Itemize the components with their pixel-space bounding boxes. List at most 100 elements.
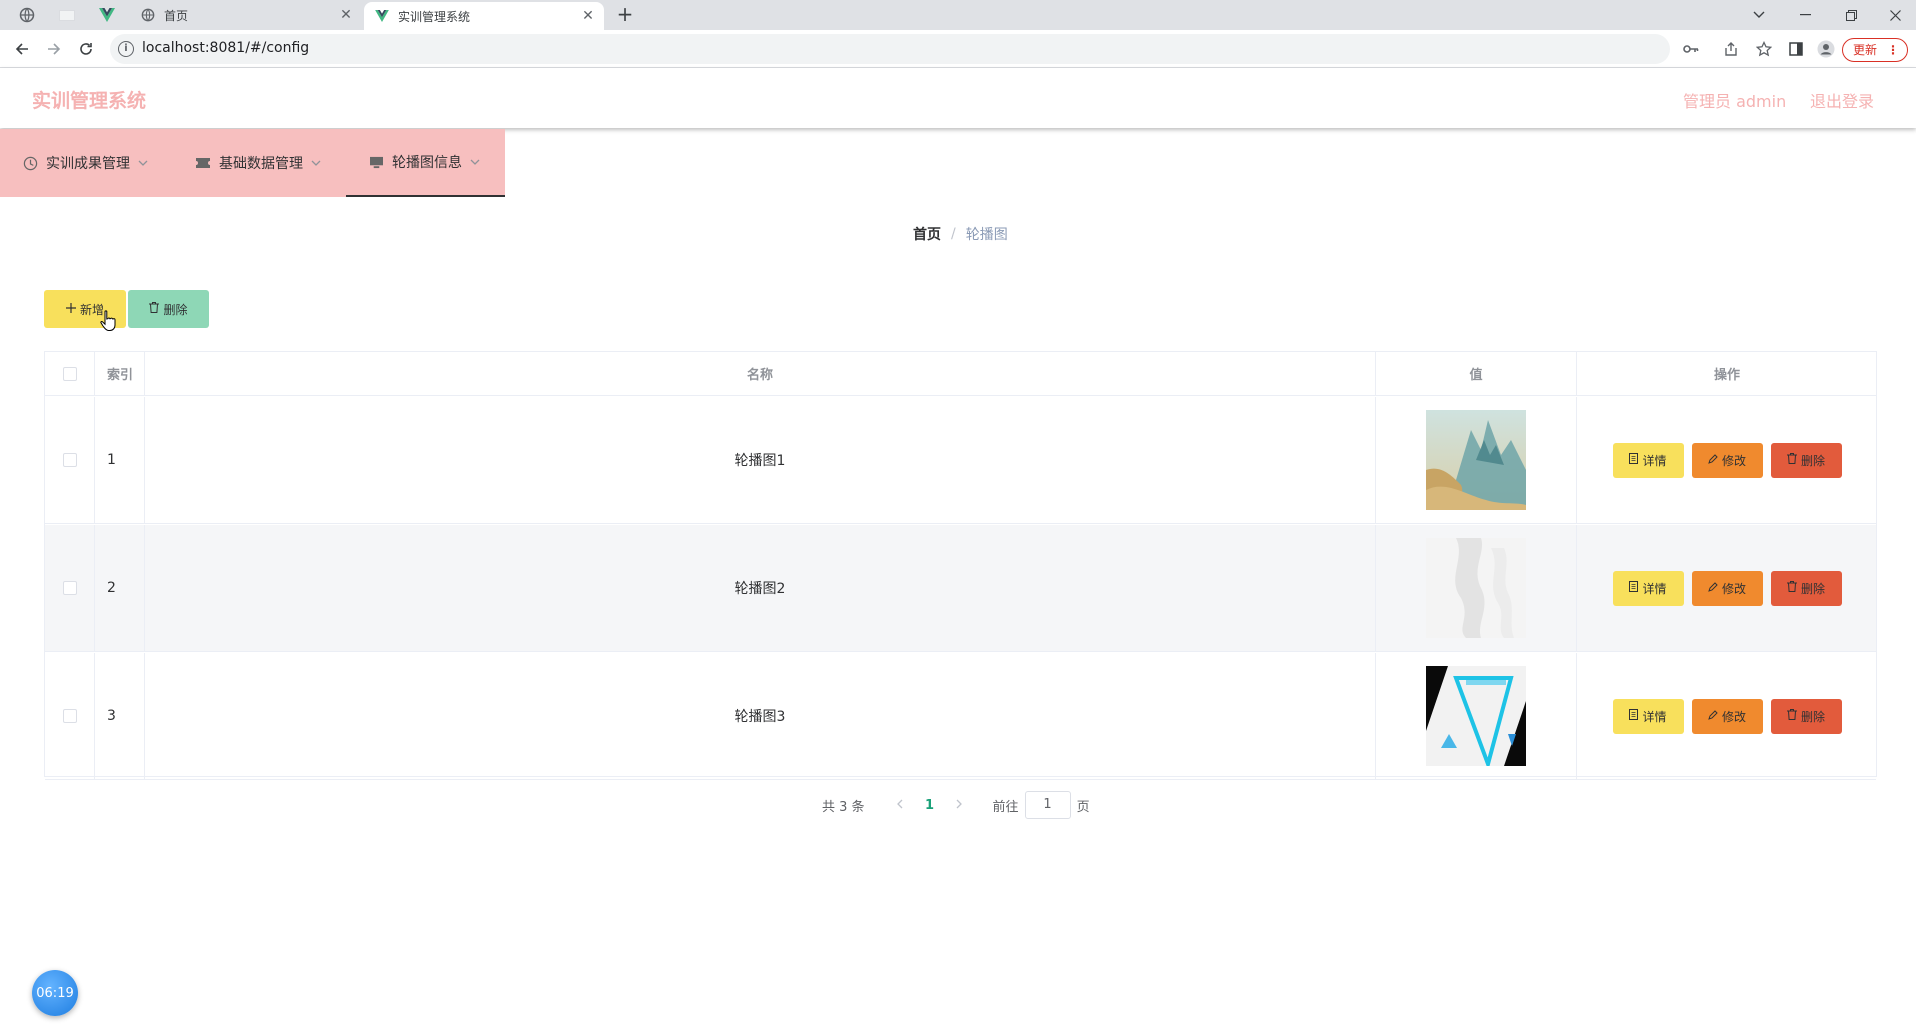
tab-search-chevron-icon[interactable] — [1736, 0, 1782, 30]
bookmark-star-icon[interactable] — [1755, 40, 1773, 58]
pencil-icon — [1708, 581, 1718, 595]
close-window-icon[interactable] — [1874, 0, 1916, 30]
logout-link[interactable]: 退出登录 — [1810, 88, 1874, 112]
app-header: 实训管理系统 管理员 admin 退出登录 — [0, 68, 1916, 128]
detail-label: 详情 — [1642, 453, 1667, 468]
table-header: 索引 名称 值 操作 — [45, 352, 1876, 396]
carousel-thumbnail[interactable] — [1426, 538, 1526, 638]
edit-label: 修改 — [1721, 709, 1746, 724]
menu-item-carousel[interactable]: 轮播图信息 — [346, 129, 505, 197]
ticket-icon — [195, 155, 211, 171]
site-info-icon[interactable]: i — [118, 41, 134, 57]
share-icon[interactable] — [1722, 40, 1740, 58]
close-tab-icon[interactable]: ✕ — [336, 7, 356, 23]
menu-item-label: 基础数据管理 — [219, 156, 303, 172]
tab-training-system[interactable]: 实训管理系统 ✕ — [364, 2, 604, 30]
key-icon[interactable] — [1682, 40, 1700, 58]
row-name: 轮播图1 — [145, 397, 1376, 523]
pencil-icon — [1708, 709, 1718, 723]
address-bar-row: i localhost:8081/#/config 更新 ⋮ — [0, 30, 1916, 68]
delete-button[interactable]: 删除 — [1770, 570, 1842, 606]
browser-update-button[interactable]: 更新 ⋮ — [1842, 38, 1908, 62]
forward-icon[interactable] — [42, 37, 66, 61]
pinned-tab-blank[interactable] — [52, 4, 82, 26]
chevron-down-icon — [470, 157, 480, 168]
vue-logo-icon — [375, 10, 389, 22]
tab-home[interactable]: 首页 ✕ — [130, 0, 362, 30]
menu-item-label: 实训成果管理 — [46, 156, 130, 172]
menu-item-base-data[interactable]: 基础数据管理 — [195, 129, 321, 197]
profile-avatar-icon[interactable] — [1817, 40, 1835, 58]
trash-icon — [149, 302, 160, 316]
edit-label: 修改 — [1721, 453, 1746, 468]
table-row: 1 轮播图1 详情 修改 删除 — [45, 397, 1876, 524]
row-actions: 详情 修改 删除 — [1577, 397, 1877, 523]
select-all-cell — [45, 352, 95, 395]
close-tab-icon[interactable]: ✕ — [578, 8, 598, 24]
column-header-value: 值 — [1376, 352, 1577, 395]
column-header-name: 名称 — [145, 352, 1376, 395]
detail-button[interactable]: 详情 — [1612, 442, 1684, 478]
top-menu: 实训成果管理 基础数据管理 轮播图信息 — [0, 129, 505, 197]
side-panel-icon[interactable] — [1787, 40, 1805, 58]
document-icon — [1629, 581, 1639, 595]
url-field[interactable]: i localhost:8081/#/config — [110, 34, 1772, 64]
row-name: 轮播图2 — [145, 525, 1376, 651]
row-value-cell — [1376, 397, 1577, 523]
row-select-cell — [45, 525, 95, 651]
reload-icon[interactable] — [74, 37, 98, 61]
row-checkbox[interactable] — [62, 581, 77, 595]
prev-page-icon[interactable] — [885, 798, 915, 813]
edit-button[interactable]: 修改 — [1691, 442, 1763, 478]
row-name: 轮播图3 — [145, 653, 1376, 779]
current-user-label: 管理员 admin — [1683, 92, 1787, 111]
menu-item-label: 轮播图信息 — [392, 155, 462, 171]
next-page-icon[interactable] — [945, 798, 975, 813]
row-index: 3 — [95, 653, 145, 779]
row-checkbox[interactable] — [62, 709, 77, 723]
row-checkbox[interactable] — [62, 453, 77, 467]
browser-tab-strip: 首页 ✕ 实训管理系统 ✕ + — [0, 0, 1916, 30]
goto-suffix: 页 — [1076, 799, 1090, 815]
edit-button[interactable]: 修改 — [1691, 570, 1763, 606]
column-header-actions: 操作 — [1713, 368, 1740, 383]
breadcrumb-home[interactable]: 首页 — [913, 224, 941, 244]
chevron-down-icon — [311, 158, 321, 169]
edit-button[interactable]: 修改 — [1691, 698, 1763, 734]
omnibox[interactable]: i localhost:8081/#/config — [110, 34, 1890, 64]
chevron-down-icon — [138, 158, 148, 169]
mouse-cursor-icon — [100, 310, 116, 336]
document-icon — [1629, 453, 1639, 467]
pinned-tab-vue[interactable] — [92, 4, 122, 26]
row-index: 2 — [95, 525, 145, 651]
batch-delete-button[interactable]: 删除 — [128, 290, 209, 328]
back-icon[interactable] — [10, 37, 34, 61]
delete-button[interactable]: 删除 — [1770, 442, 1842, 478]
row-actions: 详情 修改 删除 — [1577, 653, 1877, 779]
select-all-checkbox[interactable] — [62, 366, 77, 381]
carousel-thumbnail[interactable] — [1426, 410, 1526, 510]
edit-label: 修改 — [1721, 581, 1746, 596]
delete-button[interactable]: 删除 — [1770, 698, 1842, 734]
landscape-painting-image — [1426, 410, 1526, 510]
row-select-cell — [45, 397, 95, 523]
column-header-index: 索引 — [95, 352, 145, 395]
carousel-thumbnail[interactable] — [1426, 666, 1526, 766]
trash-icon — [1786, 709, 1797, 723]
url-text[interactable]: localhost:8081/#/config — [142, 40, 309, 56]
row-actions: 详情 修改 删除 — [1577, 525, 1877, 651]
detail-button[interactable]: 详情 — [1612, 570, 1684, 606]
floating-clock-widget[interactable]: 06:19 — [32, 970, 78, 1016]
monitor-icon — [368, 154, 384, 170]
row-value-cell — [1376, 525, 1577, 651]
pinned-tab-globe[interactable] — [12, 4, 42, 26]
menu-item-training-results[interactable]: 实训成果管理 — [22, 129, 148, 197]
restore-icon[interactable] — [1828, 0, 1874, 30]
more-menu-icon: ⋮ — [1887, 43, 1899, 57]
minimize-icon[interactable] — [1782, 0, 1828, 30]
grey-texture-image — [1426, 538, 1526, 638]
new-tab-button[interactable]: + — [612, 3, 638, 27]
detail-button[interactable]: 详情 — [1612, 698, 1684, 734]
goto-page-input[interactable]: 1 — [1024, 791, 1071, 819]
page-number-current[interactable]: 1 — [915, 798, 945, 813]
